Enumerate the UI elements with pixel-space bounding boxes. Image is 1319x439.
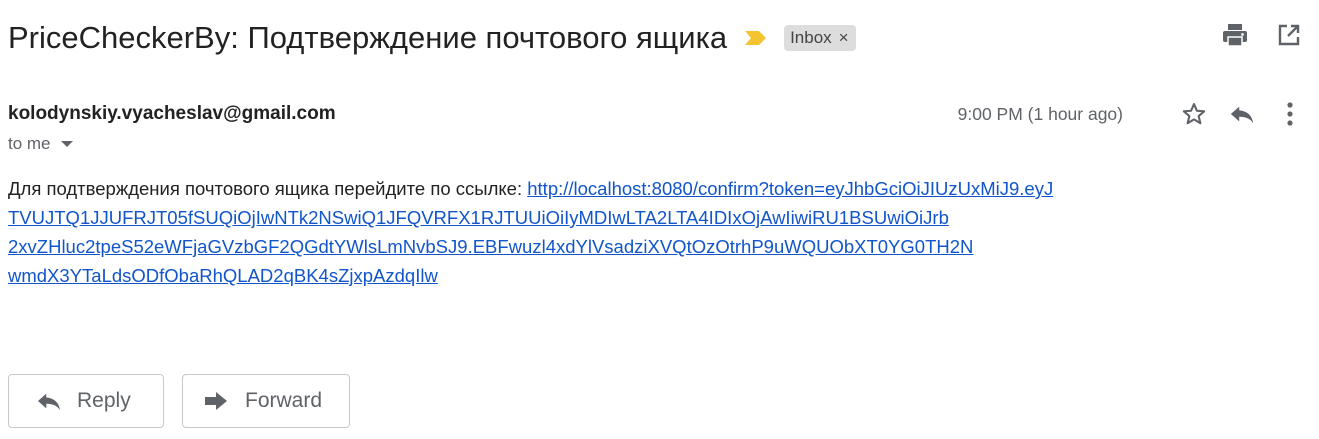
link-line-3[interactable]: 2xvZHluc2tpeS52eWFjaGVzbGF2QGdtYWlsLmNvb… [8,232,1138,261]
remove-label-button[interactable]: × [839,28,849,48]
body-text: Для подтверждения почтового ящика перейд… [8,178,528,199]
chevron-down-icon[interactable] [60,141,73,147]
reply-icon [35,390,63,412]
thread-toolbar [1222,22,1302,48]
recipient-toggle[interactable]: to me [8,134,73,154]
email-subject: PriceCheckerBy: Подтверждение почтового … [8,20,728,55]
recipient-label: to me [8,134,51,153]
importance-marker-icon[interactable] [743,29,769,47]
more-vertical-icon[interactable] [1277,101,1303,127]
sender-name: kolodynskiy.vyacheslav@gmail.com [8,103,336,125]
reply-label: Reply [77,389,131,412]
forward-label: Forward [245,389,323,412]
forward-icon [203,390,231,412]
link-line-2[interactable]: TVUJTQ1JJUFRJT05fSUQiOjIwNTk2NSwiQ1JFQVR… [8,203,1138,232]
link-line-4[interactable]: wmdX3YTaLdsODfObaRhQLAD2qBK4sZjxpAzdqIlw [8,261,1138,290]
star-icon[interactable] [1181,101,1207,127]
inbox-label-chip: Inbox × [784,25,856,51]
label-text: Inbox [790,28,832,47]
message-actions [1181,101,1303,127]
message-timestamp: 9:00 PM (1 hour ago) [957,104,1123,124]
reply-icon[interactable] [1229,101,1255,127]
reply-button[interactable]: Reply [8,374,164,428]
open-in-new-window-icon[interactable] [1276,22,1302,48]
print-icon[interactable] [1222,22,1248,48]
message-body: Для подтверждения почтового ящика перейд… [8,174,1138,290]
subject-header: PriceCheckerBy: Подтверждение почтового … [8,18,856,58]
link-line-1[interactable]: http://localhost:8080/confirm?token=eyJh… [527,178,1053,199]
forward-button[interactable]: Forward [182,374,350,428]
sender-email[interactable]: kolodynskiy.vyacheslav@gmail.com [8,103,336,124]
